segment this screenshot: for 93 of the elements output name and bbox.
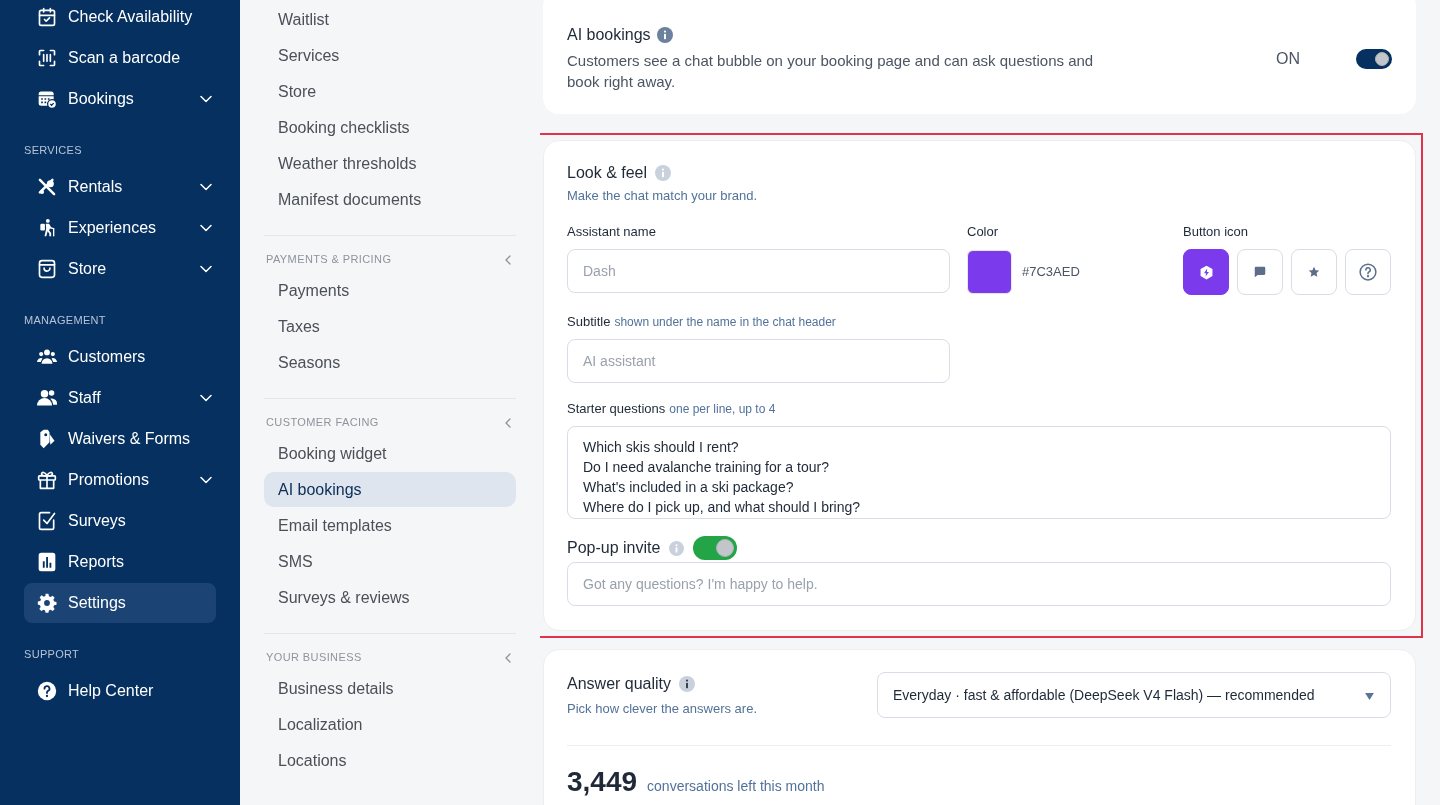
chevron-down-icon[interactable] [200, 263, 212, 275]
sidebar-item[interactable]: Experiences [24, 208, 216, 248]
hiker-icon [37, 218, 57, 238]
sidebar-item[interactable]: Promotions [24, 460, 216, 500]
section-heading: CUSTOMER FACING [266, 416, 379, 429]
settings-nav-item[interactable]: Store [264, 74, 516, 109]
help-icon [37, 681, 57, 701]
color-swatch[interactable] [967, 250, 1012, 294]
field-label: Pop-up invite [567, 538, 661, 558]
count-value: 3,449 [567, 765, 638, 799]
settings-nav-item[interactable]: SMS [264, 544, 516, 579]
input-field[interactable]: AI assistant [567, 339, 950, 383]
sidebar-item[interactable]: Surveys [24, 501, 216, 541]
settings-nav-item[interactable]: Locations [264, 743, 516, 778]
users-icon [37, 347, 57, 367]
check-square-icon [37, 511, 57, 531]
settings-nav-item[interactable]: Services [264, 38, 516, 73]
settings-nav-item[interactable]: Manifest documents [264, 182, 516, 217]
settings-nav-item[interactable]: Surveys & reviews [264, 580, 516, 615]
card-title: AI bookings [567, 25, 651, 45]
chevron-down-icon[interactable] [200, 222, 212, 234]
field-label: Starter questions [567, 400, 666, 418]
settings-nav-item[interactable]: Business details [264, 671, 516, 706]
settings-icon [37, 593, 57, 613]
sidebar-item[interactable]: Reports [24, 542, 216, 582]
settings-nav-item[interactable]: AI bookings [264, 472, 516, 507]
settings-nav-item[interactable]: Email templates [264, 508, 516, 543]
chevron-left-icon[interactable] [505, 652, 511, 663]
card-title: Look & feel [567, 163, 648, 183]
sidebar-item[interactable]: Rentals [24, 167, 216, 207]
info-icon[interactable] [679, 676, 696, 692]
crossed-paddles-icon [37, 177, 57, 197]
settings-nav-item[interactable]: Taxes [264, 309, 516, 344]
card-description: Customers see a chat bubble on your booking page and can ask questions and book right away. [567, 51, 1095, 92]
chevron-down-icon[interactable] [200, 474, 212, 486]
sidebar-item[interactable]: Bookings [24, 79, 216, 119]
settings-nav-item[interactable]: Weather thresholds [264, 146, 516, 181]
card-title: Answer quality [567, 674, 672, 694]
settings-nav-item[interactable]: Seasons [264, 345, 516, 380]
chevron-down-icon[interactable] [200, 93, 212, 105]
section-heading: SUPPORT [24, 648, 80, 661]
field-label: Assistant name [567, 223, 656, 241]
help-icon [1359, 263, 1377, 281]
section-heading: SERVICES [24, 144, 82, 157]
toggle-label: ON [1276, 48, 1300, 69]
gift-icon [37, 470, 57, 490]
text-area[interactable]: Which skis should I rent? Do I need avalanche training for a tour? What's included in a ski package? Where do I pick up, and what should I bring? [567, 426, 1391, 519]
field-label: Subtitle [567, 313, 611, 331]
section-heading: PAYMENTS & PRICING [266, 253, 392, 266]
input-field[interactable]: Got any questions? I'm happy to help. [567, 562, 1391, 606]
section-heading: MANAGEMENT [24, 314, 106, 327]
chevron-left-icon[interactable] [505, 254, 511, 265]
settings-nav-item[interactable]: Localization [264, 707, 516, 742]
users-icon [37, 388, 57, 408]
calendar-icon [37, 89, 57, 109]
chevron-down-icon[interactable] [200, 392, 212, 404]
barcode-scan-icon [37, 48, 57, 68]
sidebar-item[interactable]: Store [24, 249, 216, 289]
settings-nav-item[interactable]: Booking widget [264, 436, 516, 471]
hexagon-bolt-icon [1198, 264, 1214, 280]
settings-nav-item[interactable]: Booking checklists [264, 110, 516, 145]
field-hint: one per line, up to 4 [669, 401, 776, 418]
sidebar-item[interactable]: Staff [24, 378, 216, 418]
calendar-check-icon [37, 7, 57, 27]
settings-nav-item[interactable]: Waitlist [264, 2, 516, 37]
bag-icon [37, 259, 57, 279]
sidebar-item[interactable]: Settings [24, 583, 216, 623]
tag-icon [37, 429, 57, 449]
card-subtitle: Make the chat match your brand. [567, 187, 758, 205]
star-icon [1308, 266, 1320, 278]
bar-chart-icon [37, 552, 57, 572]
settings-nav-item[interactable]: Payments [264, 273, 516, 308]
section-heading: YOUR BUSINESS [266, 651, 362, 664]
field-label: Button icon [1183, 223, 1249, 241]
sidebar-item[interactable]: Customers [24, 337, 216, 377]
sidebar-item[interactable]: Check Availability [24, 0, 216, 37]
caret-icon[interactable] [1365, 693, 1374, 700]
count-label: conversations left this month [647, 777, 825, 796]
chat-bubble-icon [1253, 265, 1267, 279]
icon-option-button[interactable] [1183, 249, 1229, 295]
field-label: Color [967, 223, 999, 241]
field-hint: shown under the name in the chat header [614, 314, 836, 331]
chevron-left-icon[interactable] [505, 417, 511, 428]
color-value: #7C3AED [1022, 263, 1080, 282]
toggle-switch[interactable] [693, 536, 738, 560]
card-subtitle: Pick how clever the answers are. [567, 700, 758, 718]
toggle-switch[interactable] [1356, 48, 1392, 69]
sidebar-item[interactable]: Help Center [24, 671, 216, 711]
sidebar-item[interactable]: Waivers & Forms [24, 419, 216, 459]
sidebar-item[interactable]: Scan a barcode [24, 38, 216, 78]
chevron-down-icon[interactable] [200, 181, 212, 193]
dropdown[interactable]: Everyday · fast & affordable (DeepSeek V4 Flash) — recommended [877, 672, 1391, 718]
input-field[interactable]: Dash [567, 249, 950, 293]
